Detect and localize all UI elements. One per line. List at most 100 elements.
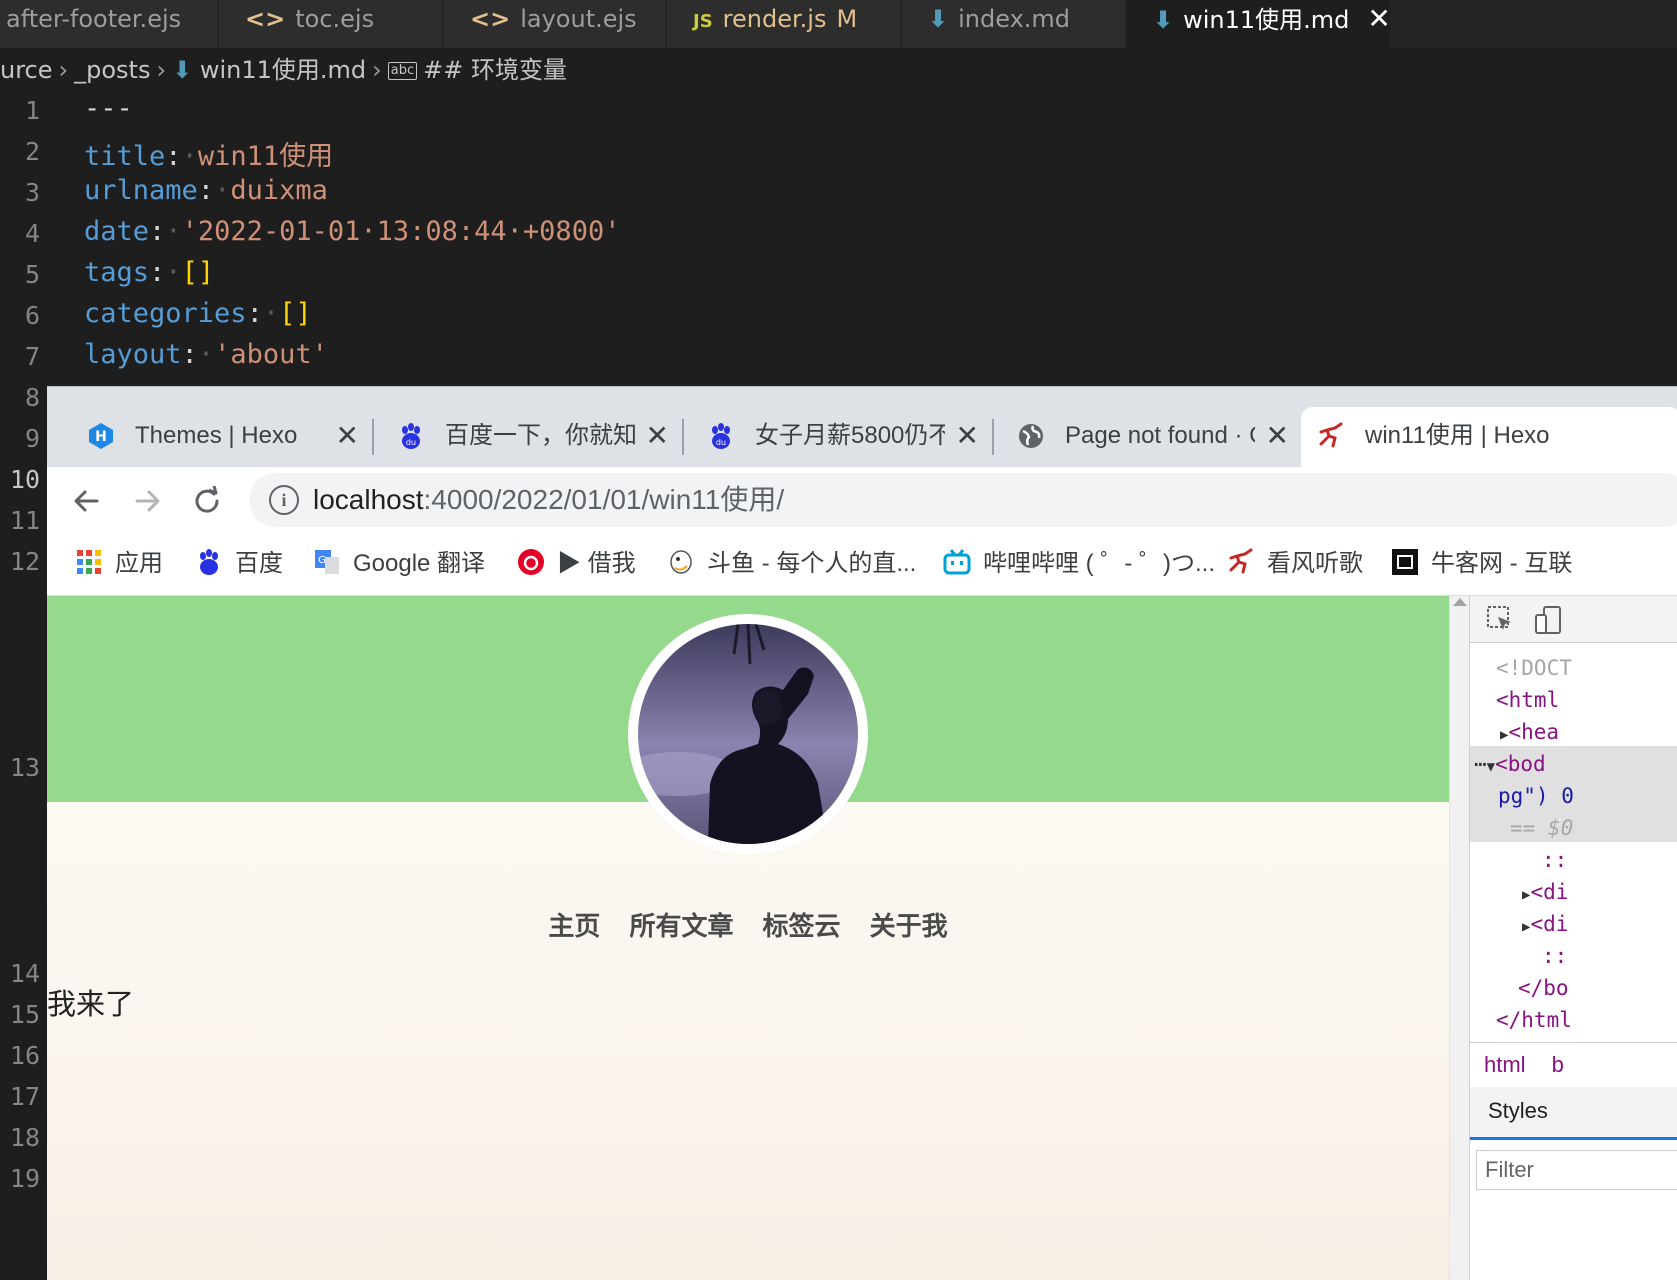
info-icon[interactable]: i [269, 485, 299, 515]
more-dots-icon[interactable]: ⋯ [1474, 752, 1487, 776]
device-toggle-icon[interactable] [1534, 605, 1564, 635]
breadcrumb: urce › _posts › ⬇ win11使用.md › abc ## 环境变量 [0, 52, 567, 88]
browser-tab-news[interactable]: du 女子月薪5800仍不 ✕ [691, 407, 991, 467]
editor-tab-label: index.md [958, 5, 1071, 33]
inspect-element-icon[interactable] [1486, 605, 1514, 633]
dom-pseudo[interactable]: :: [1542, 944, 1567, 968]
browser-tab-strip: H Themes | Hexo ✕ du 百度一下，你就知道 ✕ du 女子月薪… [47, 387, 1677, 467]
page-scrollbar[interactable] [1449, 596, 1470, 1280]
dom-doctype[interactable]: <!DOCT [1496, 656, 1572, 680]
yaml-value: [] [279, 298, 312, 329]
bookmark-label: Google 翻译 [353, 550, 486, 577]
browser-tab-title: 百度一下，你就知道 [445, 422, 635, 449]
hexo-icon: H [89, 423, 113, 449]
nowcoder-icon [1392, 548, 1418, 575]
devtools-panel: <!DOCT <html ▶<hea ⋯▼<bod pg") 0 == $0 :… [1469, 596, 1677, 1280]
globe-icon [1019, 424, 1043, 448]
close-icon[interactable]: ✕ [336, 407, 359, 465]
line-number: 9 [24, 424, 40, 453]
back-arrow-icon[interactable] [67, 481, 107, 521]
line-number-current: 10 [9, 465, 40, 494]
dom-body-row[interactable]: ⋯▼<bod [1474, 752, 1546, 776]
close-icon[interactable]: ✕ [1367, 2, 1390, 35]
styles-tab-label: Styles [1488, 1098, 1548, 1123]
editor-tab-after-footer[interactable]: after-footer.ejs [0, 0, 218, 48]
breadcrumb-item[interactable]: win11使用.md [200, 56, 366, 84]
modified-indicator: M [836, 5, 858, 33]
chevron-right-icon: › [156, 56, 167, 84]
bookmark-label: 牛客网 - 互联 [1431, 550, 1573, 577]
line-number: 2 [24, 137, 40, 166]
editor-tab-win11[interactable]: ⬇ win11使用.md ✕ [1127, 0, 1391, 48]
tab-styles[interactable]: Styles [1470, 1087, 1677, 1140]
bookmark-apps[interactable]: 应用 [75, 533, 163, 595]
bookmark-douyu[interactable]: 斗鱼 - 每个人的直... [667, 533, 916, 595]
crumb-body[interactable]: b [1552, 1052, 1564, 1077]
nav-item-all-posts[interactable]: 所有文章 [629, 912, 733, 942]
markdown-file-icon: ⬇ [1153, 6, 1174, 34]
dom-div-row[interactable]: ▶<di [1522, 912, 1568, 936]
editor-tab-toc[interactable]: <> toc.ejs [219, 0, 443, 48]
code-line[interactable]: title:·win11使用 [84, 134, 333, 173]
crumb-html[interactable]: html [1484, 1052, 1526, 1077]
editor-tab-label: win11使用.md [1183, 6, 1350, 34]
close-icon[interactable]: ✕ [956, 407, 979, 465]
browser-tab-themes-hexo[interactable]: H Themes | Hexo ✕ [71, 407, 371, 467]
browser-tab-page-not-found[interactable]: Page not found · G ✕ [1001, 407, 1301, 467]
reload-icon[interactable] [187, 481, 227, 521]
breadcrumb-item[interactable]: ## 环境变量 [423, 56, 567, 84]
code-line[interactable]: layout:·'about' [84, 339, 328, 370]
js-file-icon: JS [693, 11, 713, 32]
editor-tab-render[interactable]: JS render.js M [667, 0, 901, 48]
code-line[interactable]: tags:·[] [84, 257, 214, 288]
dom-html-close[interactable]: </html [1496, 1008, 1572, 1032]
browser-tab-win11-hexo[interactable]: win11使用 | Hexo [1301, 407, 1677, 467]
code-line[interactable]: date:·'2022-01-01·13:08:44·+0800' [84, 216, 620, 247]
styles-filter-input[interactable]: Filter [1476, 1150, 1677, 1190]
breadcrumb-item[interactable]: _posts [74, 56, 150, 84]
filter-placeholder: Filter [1485, 1157, 1534, 1182]
forward-arrow-icon[interactable] [127, 481, 167, 521]
browser-tab-baidu[interactable]: du 百度一下，你就知道 ✕ [381, 407, 681, 467]
collapse-triangle-icon[interactable]: ▼ [1487, 759, 1495, 775]
ejs-file-icon: <> [245, 5, 286, 33]
browser-tab-title: Themes | Hexo [135, 422, 298, 449]
dom-div: <di [1530, 880, 1569, 904]
line-number: 7 [24, 342, 40, 371]
bookmark-baidu[interactable]: 百度 [195, 533, 283, 595]
breadcrumb-item[interactable]: urce [0, 56, 53, 84]
bookmark-nowcoder[interactable]: 牛客网 - 互联 [1391, 533, 1572, 595]
nav-item-tag-cloud[interactable]: 标签云 [763, 912, 841, 942]
editor-tab-layout[interactable]: <> layout.ejs [444, 0, 666, 48]
nav-item-about[interactable]: 关于我 [870, 912, 948, 942]
line-number: 15 [9, 1000, 40, 1029]
editor-tab-index[interactable]: ⬇ index.md [902, 0, 1126, 48]
bookmark-kanfengtingge[interactable]: 看风听歌 [1227, 533, 1363, 595]
close-icon[interactable]: ✕ [646, 407, 669, 465]
code-line[interactable]: --- [84, 93, 133, 124]
bookmark-jiewo[interactable]: ▶ 借我 [517, 533, 636, 595]
dom-pseudo[interactable]: :: [1542, 848, 1567, 872]
close-icon[interactable]: ✕ [1266, 407, 1289, 465]
avatar[interactable] [638, 624, 858, 844]
dom-body-close[interactable]: </bo [1518, 976, 1569, 1000]
google-translate-icon: G [315, 549, 339, 574]
scroll-up-arrow-icon[interactable] [1453, 598, 1467, 606]
bookmark-bilibili[interactable]: 哔哩哔哩 ( ゜- ゜)つ... [943, 533, 1215, 595]
bookmark-google-translate[interactable]: G Google 翻译 [313, 533, 485, 595]
dom-selected-ref: == $0 [1510, 816, 1574, 840]
bookmark-label: 看风听歌 [1267, 550, 1363, 577]
dom-div-row[interactable]: ▶<di [1522, 880, 1568, 904]
browser-tab-title: 女子月薪5800仍不 [755, 422, 945, 449]
code-line[interactable]: urlname:·duixma [84, 175, 328, 206]
url-text[interactable]: localhost:4000/2022/01/01/win11使用/ [313, 473, 784, 527]
address-bar[interactable]: i localhost:4000/2022/01/01/win11使用/ [249, 473, 1677, 527]
markdown-file-icon: ⬇ [172, 56, 200, 84]
ejs-file-icon: <> [470, 5, 511, 33]
nav-item-home[interactable]: 主页 [548, 912, 600, 942]
code-line[interactable]: categories:·[] [84, 298, 312, 329]
dom-head-row[interactable]: ▶<hea [1500, 720, 1559, 744]
line-number: 5 [24, 260, 40, 289]
line-number: 19 [9, 1164, 40, 1193]
dom-html[interactable]: <html [1496, 688, 1559, 712]
